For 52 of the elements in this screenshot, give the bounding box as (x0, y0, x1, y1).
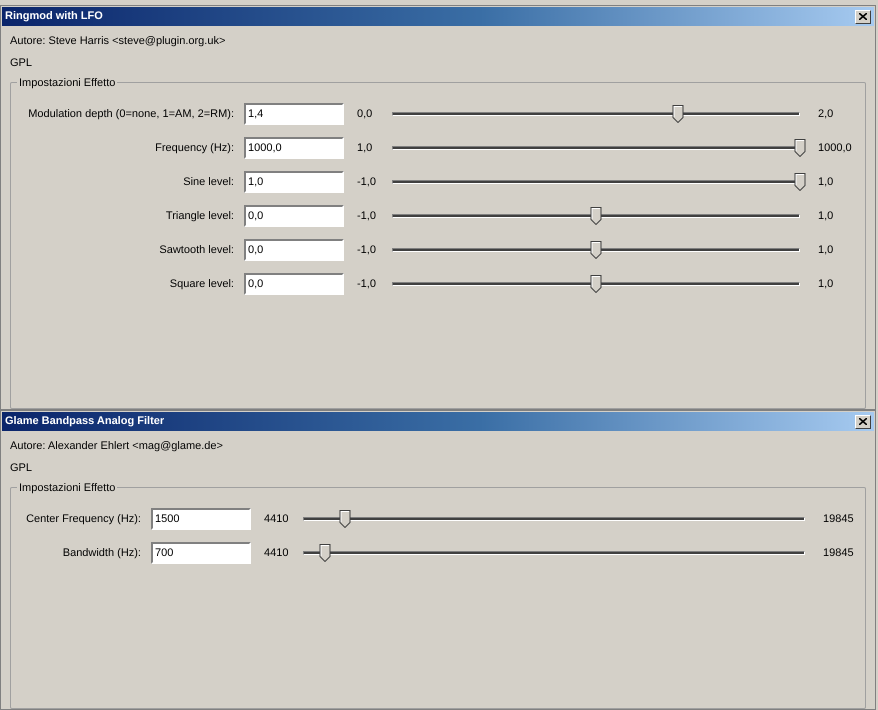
parameter-label: Center Frequency (Hz): (25, 512, 142, 527)
slider-thumb[interactable] (590, 275, 602, 293)
author-label: Autore: Steve Harris <steve@plugin.org.uk> (9, 34, 226, 49)
max-label: 1,0 (817, 276, 834, 292)
min-label: 4410 (263, 512, 290, 527)
group-title: Impostazioni Effetto (17, 480, 118, 496)
window-title: Glame Bandpass Analog Filter (5, 414, 164, 430)
value-field[interactable]: 0,0 (244, 273, 344, 295)
max-label: 1,0 (817, 174, 834, 190)
parameter-label: Triangle level: (164, 208, 235, 224)
min-label: -1,0 (356, 276, 377, 292)
close-button[interactable] (855, 10, 871, 24)
close-icon (859, 418, 867, 425)
min-label: 0,0 (356, 106, 374, 122)
value-field[interactable]: 700 (151, 542, 251, 564)
max-label: 2,0 (817, 106, 834, 122)
slider-thumb[interactable] (794, 173, 806, 191)
max-label: 1,0 (817, 208, 834, 224)
max-label: 19845 (822, 546, 855, 561)
license-label: GPL (9, 461, 34, 476)
close-icon (859, 13, 867, 20)
parameter-label: Sine level: (182, 174, 235, 190)
value-field[interactable]: 0,0 (244, 205, 344, 227)
min-label: -1,0 (356, 242, 377, 258)
parameter-label: Square level: (168, 276, 235, 292)
value-field[interactable]: 1,4 (244, 103, 344, 125)
parameter-label: Modulation depth (0=none, 1=AM, 2=RM): (27, 106, 235, 122)
value-field[interactable]: 0,0 (244, 239, 344, 261)
group-title: Impostazioni Effetto (17, 75, 118, 92)
slider-thumb[interactable] (794, 139, 806, 157)
window-title: Ringmod with LFO (5, 9, 103, 24)
slider-thumb[interactable] (590, 241, 602, 259)
license-label: GPL (9, 56, 34, 71)
min-label: 4410 (263, 546, 290, 561)
min-label: 1,0 (356, 140, 374, 156)
max-label: 1000,0 (817, 140, 853, 156)
value-field[interactable]: 1000,0 (244, 137, 344, 159)
slider-thumb[interactable] (340, 510, 351, 528)
max-label: 19845 (822, 512, 855, 527)
min-label: -1,0 (356, 208, 377, 224)
parameter-label: Sawtooth level: (158, 242, 235, 258)
slider-thumb[interactable] (590, 207, 602, 225)
slider-thumb[interactable] (320, 544, 331, 562)
parameter-label: Frequency (Hz): (154, 140, 235, 156)
author-label: Autore: Alexander Ehlert <mag@glame.de> (9, 439, 224, 454)
close-button[interactable] (855, 414, 871, 428)
slider-thumb[interactable] (672, 105, 684, 123)
value-field[interactable]: 1500 (151, 508, 251, 530)
parameter-label: Bandwidth (Hz): (62, 546, 142, 561)
max-label: 1,0 (817, 242, 834, 258)
min-label: -1,0 (356, 174, 377, 190)
value-field[interactable]: 1,0 (244, 171, 344, 193)
